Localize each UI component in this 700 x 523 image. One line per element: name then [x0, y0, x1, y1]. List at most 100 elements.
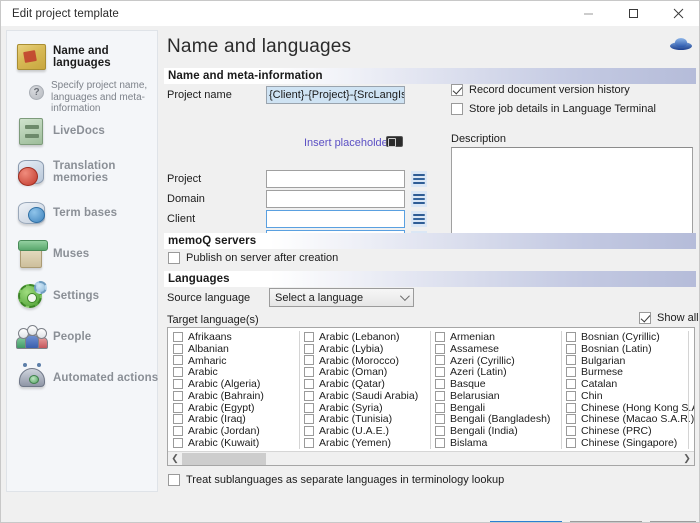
checkbox-label: Bislama — [450, 437, 487, 449]
checkbox-label: Armenian — [450, 331, 495, 343]
sidebar-item-people[interactable]: People — [7, 321, 159, 353]
gear-icon — [15, 280, 49, 312]
language-checkbox-item[interactable]: Afrikaans — [168, 331, 299, 343]
checkbox-box — [566, 332, 576, 342]
language-checkbox-item[interactable]: Amharic — [168, 355, 299, 367]
treat-sublanguages-checkbox[interactable]: Treat sublanguages as separate languages… — [168, 474, 504, 486]
scrollbar-thumb[interactable] — [182, 453, 266, 465]
chevron-left-icon[interactable]: ❮ — [168, 452, 182, 466]
language-checkbox-item[interactable]: Arabic (Egypt) — [168, 402, 299, 414]
language-checkbox-item[interactable]: Bosnian (Cyrillic) — [561, 331, 692, 343]
domain-list-picker-icon[interactable] — [411, 191, 427, 207]
sidebar-item-automated-actions[interactable]: Automated actions — [7, 362, 159, 394]
toggle-switch-icon[interactable] — [386, 136, 403, 147]
sidebar-item-name-and-languages[interactable]: Name and languages — [7, 41, 159, 73]
language-checkbox-item[interactable]: Arabic (Oman) — [299, 366, 430, 378]
maximize-button[interactable] — [611, 1, 656, 26]
language-checkbox-item[interactable]: Chinese (Hong Kong S.A.R.) — [561, 402, 692, 414]
language-checkbox-item[interactable]: Azeri (Latin) — [430, 366, 561, 378]
close-button[interactable] — [656, 1, 700, 26]
language-checkbox-item[interactable]: Assamese — [430, 343, 561, 355]
client-input[interactable] — [266, 210, 405, 228]
checkbox-box — [304, 379, 314, 389]
language-checkbox-item[interactable]: Chin — [561, 390, 692, 402]
language-checkbox-item[interactable]: Arabic (Lebanon) — [299, 331, 430, 343]
settings-sidebar: Name and languages ? Specify project nam… — [6, 30, 158, 492]
language-checkbox-item[interactable]: Arabic (Kuwait) — [168, 437, 299, 449]
language-checkbox-item[interactable]: Catalan — [561, 378, 692, 390]
sidebar-item-muses[interactable]: Muses — [7, 238, 159, 270]
insert-placeholder-link[interactable]: Insert placeholder — [304, 137, 391, 149]
language-checkbox-item[interactable]: Arabic (Iraq) — [168, 414, 299, 426]
source-language-select[interactable]: Select a language — [269, 288, 414, 307]
language-checkbox-item[interactable]: Arabic (Lybia) — [299, 343, 430, 355]
language-checkbox-item[interactable]: Burmese — [561, 366, 692, 378]
project-name-input[interactable]: {Client}-{Project}-{SrcLangIso2}-{TrgL — [266, 86, 405, 104]
checkbox-box — [566, 367, 576, 377]
checkbox-label: Arabic (Morocco) — [319, 355, 399, 367]
checkbox-label: Chinese (PRC) — [581, 425, 652, 437]
description-textarea[interactable] — [451, 147, 693, 237]
language-checkbox-item[interactable]: Arabic (Syria) — [299, 402, 430, 414]
language-checkbox-item[interactable]: Arabic — [168, 366, 299, 378]
language-checkbox-item[interactable]: Arabic (Algeria) — [168, 378, 299, 390]
sidebar-item-label: Name and languages — [53, 45, 159, 69]
language-checkbox-item[interactable]: Chinese (PRC) — [561, 425, 692, 437]
sidebar-item-label: Settings — [53, 290, 99, 302]
sidebar-item-label: Translation memories — [53, 160, 159, 184]
source-language-value: Select a language — [275, 292, 363, 304]
sidebar-item-livedocs[interactable]: LiveDocs — [7, 115, 159, 147]
sidebar-item-label: LiveDocs — [53, 125, 105, 137]
language-checkbox-item[interactable]: Bulgarian — [561, 355, 692, 367]
scrollbar-track[interactable] — [182, 452, 680, 466]
language-checkbox-item[interactable]: Arabic (Bahrain) — [168, 390, 299, 402]
language-checkbox-item[interactable]: Arabic (Tunisia) — [299, 414, 430, 426]
language-checkbox-item[interactable]: Arabic (Yemen) — [299, 437, 430, 449]
checkbox-label: Arabic (Lybia) — [319, 343, 383, 355]
sidebar-item-translation-memories[interactable]: Translation memories — [7, 156, 159, 188]
section-header-languages: Languages — [164, 271, 696, 287]
checkbox-box — [173, 426, 183, 436]
language-checkbox-item[interactable]: Armenian — [430, 331, 561, 343]
checkbox-box — [304, 414, 314, 424]
language-checkbox-item[interactable]: Arabic (Saudi Arabia) — [299, 390, 430, 402]
minimize-button[interactable] — [566, 1, 611, 26]
store-job-details-checkbox[interactable]: Store job details in Language Terminal — [451, 103, 656, 115]
checkbox-box — [435, 414, 445, 424]
target-languages-listbox[interactable]: AfrikaansAlbanianAmharicArabicArabic (Al… — [167, 327, 695, 466]
language-checkbox-item[interactable]: Chinese (Macao S.A.R.) — [561, 414, 692, 426]
publish-on-server-checkbox[interactable]: Publish on server after creation — [168, 252, 338, 264]
checkbox-label: Bengali — [450, 402, 485, 414]
language-checkbox-item[interactable]: Basque — [430, 378, 561, 390]
record-version-history-checkbox[interactable]: Record document version history — [451, 84, 630, 96]
language-checkbox-item[interactable]: Arabic (Qatar) — [299, 378, 430, 390]
language-checkbox-item[interactable]: Bengali (India) — [430, 425, 561, 437]
domain-input[interactable] — [266, 190, 405, 208]
project-list-picker-icon[interactable] — [411, 171, 427, 187]
language-checkbox-item[interactable]: Bislama — [430, 437, 561, 449]
checkbox-label: Bengali (Bangladesh) — [450, 413, 550, 425]
languages-horizontal-scrollbar[interactable]: ❮ ❯ — [168, 451, 694, 465]
sidebar-item-settings[interactable]: Settings — [7, 280, 159, 312]
language-checkbox-item[interactable]: Albanian — [168, 343, 299, 355]
language-checkbox-item[interactable]: Bosnian (Latin) — [561, 343, 692, 355]
client-list-picker-icon[interactable] — [411, 211, 427, 227]
show-all-checkbox[interactable]: Show all — [639, 312, 699, 324]
sidebar-item-term-bases[interactable]: Term bases — [7, 197, 159, 229]
description-label: Description — [451, 133, 506, 145]
checkbox-label: Arabic (Bahrain) — [188, 390, 264, 402]
language-checkbox-item[interactable]: Arabic (Morocco) — [299, 355, 430, 367]
language-checkbox-item[interactable]: Arabic (Jordan) — [168, 425, 299, 437]
project-input[interactable] — [266, 170, 405, 188]
sidebar-item-label: Muses — [53, 248, 89, 260]
people-icon — [15, 321, 49, 353]
language-checkbox-item[interactable]: Azeri (Cyrillic) — [430, 355, 561, 367]
checkbox-label: Record document version history — [469, 84, 630, 96]
language-checkbox-item[interactable]: Bengali — [430, 402, 561, 414]
language-checkbox-item[interactable]: Chinese (Singapore) — [561, 437, 692, 449]
language-checkbox-item[interactable]: Belarusian — [430, 390, 561, 402]
language-checkbox-item[interactable]: Bengali (Bangladesh) — [430, 414, 561, 426]
checkbox-box — [451, 84, 463, 96]
chevron-right-icon[interactable]: ❯ — [680, 452, 694, 466]
language-checkbox-item[interactable]: Arabic (U.A.E.) — [299, 425, 430, 437]
